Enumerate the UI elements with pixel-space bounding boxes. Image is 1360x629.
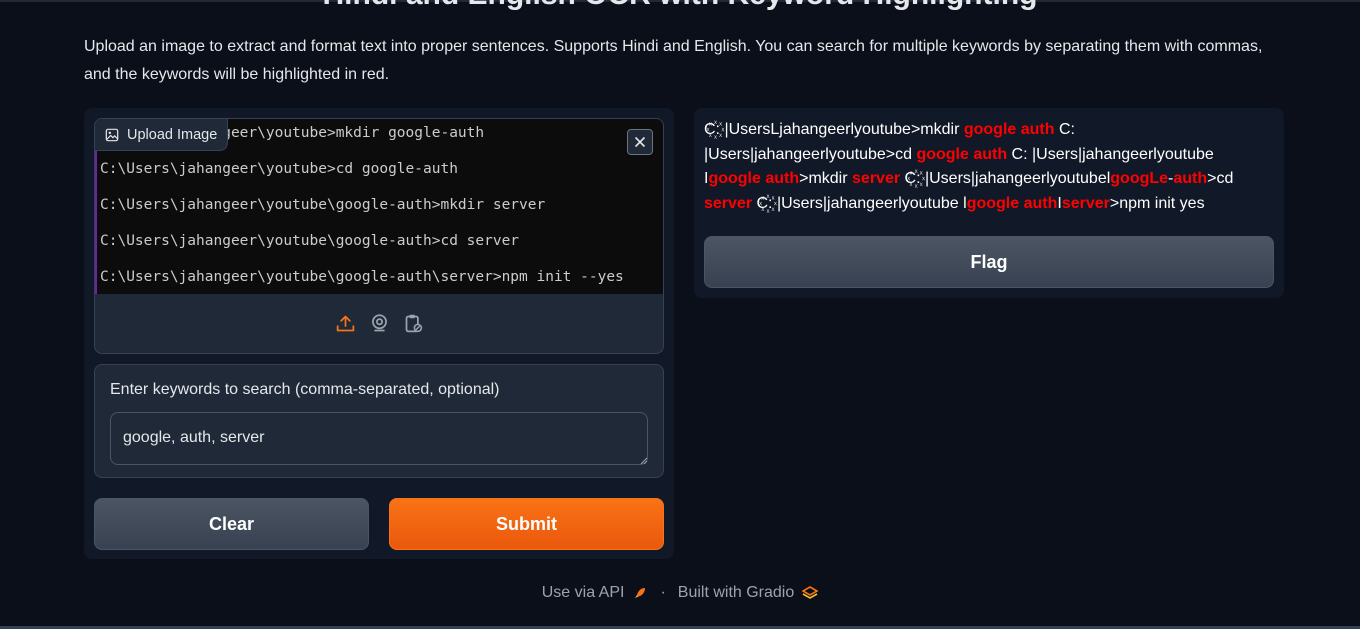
output-segment: >cd — [1207, 170, 1234, 188]
terminal-line: C:\Users\jahangeer\youtube>cd google-aut… — [100, 161, 458, 177]
clipboard-icon — [405, 314, 422, 333]
keywords-block: Enter keywords to search (comma-separate… — [94, 364, 664, 478]
upload-icon — [336, 315, 354, 332]
highlighted-keyword: google auth — [963, 121, 1055, 138]
use-via-api-link[interactable]: Use via API — [542, 584, 625, 602]
webcam-source-button[interactable] — [368, 313, 390, 335]
highlighted-keyword: googLe — [1110, 170, 1169, 188]
clear-image-button[interactable] — [627, 129, 653, 155]
upload-image-label: Upload Image — [95, 119, 229, 151]
keywords-label: Enter keywords to search (comma-separate… — [110, 381, 500, 398]
upload-source-button[interactable] — [334, 313, 356, 335]
highlighted-keyword: server — [852, 170, 901, 188]
built-with-gradio-link[interactable]: Built with Gradio — [678, 584, 795, 602]
output-panel: C꙰: |UsersLjahangeerlyoutube>mkdir googl… — [694, 108, 1284, 298]
highlighted-keyword: server — [704, 194, 753, 212]
highlighted-keyword: auth — [1173, 170, 1208, 188]
image-icon — [105, 128, 119, 141]
terminal-line: C:\Users\jahangeer\youtube\google-auth>m… — [100, 197, 546, 213]
resize-handle-icon[interactable] — [640, 457, 648, 465]
submit-button[interactable]: Submit — [389, 498, 664, 550]
flag-button[interactable]: Flag — [704, 236, 1274, 288]
footer-separator: · — [660, 584, 666, 601]
highlighted-keyword: google auth — [916, 145, 1008, 163]
clipboard-source-button[interactable] — [402, 313, 424, 335]
output-segment: C꙰: |UsersLjahangeerlyoutube>mkdir — [704, 121, 964, 138]
terminal-line: C:\Users\jahangeer\youtube\google-auth\s… — [100, 269, 624, 285]
footer: Use via API · Built with Gradio — [0, 581, 1360, 605]
output-segment: >npm init yes — [1109, 194, 1205, 212]
app-description: Upload an image to extract and format te… — [84, 38, 1263, 83]
input-panel: C:\Users\jahangeer\youtube>mkdir google-… — [84, 108, 674, 559]
highlighted-keyword: google auth — [708, 170, 800, 188]
terminal-line: C:\Users\jahangeer\youtube\google-auth>c… — [100, 233, 520, 249]
output-segment: C꙰: |Users|jahangeerlyoutube l — [752, 194, 967, 212]
highlighted-keyword: server — [1061, 194, 1110, 212]
output-segment: >mkdir — [799, 170, 853, 188]
rocket-icon — [635, 588, 646, 598]
close-icon — [634, 136, 646, 148]
webcam-icon — [371, 314, 387, 332]
page-title: Hindi and English OCR with Keyword Highl… — [0, 0, 1360, 12]
clear-button[interactable]: Clear — [94, 498, 369, 550]
keywords-input[interactable]: google, auth, server — [110, 412, 648, 465]
image-input[interactable]: C:\Users\jahangeer\youtube>mkdir google-… — [94, 118, 664, 354]
output-text: C꙰: |UsersLjahangeerlyoutube>mkdir googl… — [704, 118, 1264, 216]
highlighted-keyword: google auth — [966, 194, 1058, 212]
gradio-logo-icon — [802, 586, 819, 599]
output-segment: C꙰: |Users|jahangeerlyoutubel — [900, 170, 1111, 188]
image-source-selector — [95, 294, 663, 353]
upload-image-label-text: Upload Image — [127, 126, 218, 143]
